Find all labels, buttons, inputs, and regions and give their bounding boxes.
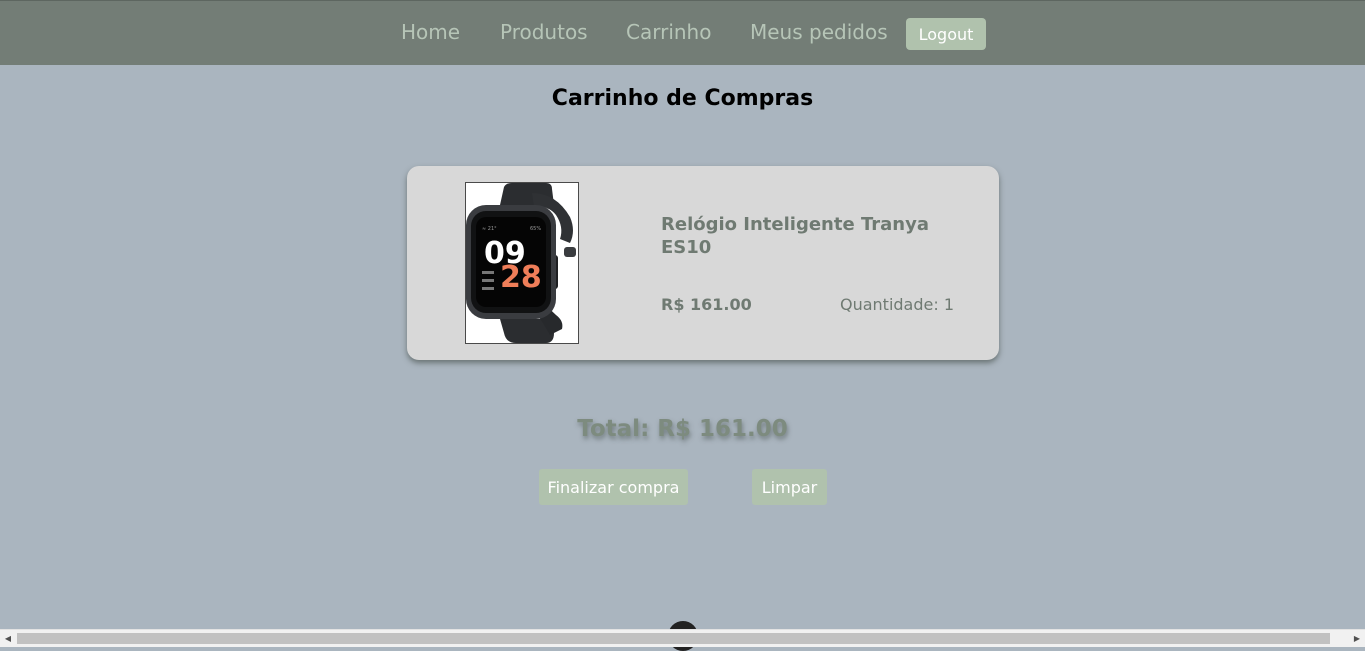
clear-cart-button[interactable]: Limpar: [752, 469, 827, 505]
scrollbar-thumb[interactable]: [17, 633, 1330, 644]
scroll-left-arrow-icon[interactable]: ◀: [0, 630, 16, 647]
product-image: ≈ 21° 65% 09 28: [465, 182, 579, 344]
cart-total: Total: R$ 161.00: [577, 416, 788, 442]
svg-text:≈ 21°: ≈ 21°: [482, 226, 497, 232]
watch-minute-text: 28: [500, 260, 542, 295]
nav-products-link[interactable]: Produtos: [500, 20, 588, 44]
horizontal-scrollbar[interactable]: ◀ ▶: [0, 629, 1365, 647]
page-title: Carrinho de Compras: [551, 86, 814, 111]
product-quantity: Quantidade: 1: [840, 295, 955, 314]
cart-item-card: ≈ 21° 65% 09 28 Relógio Inteligente Tran…: [407, 166, 999, 360]
svg-text:65%: 65%: [530, 226, 541, 232]
nav-cart-link[interactable]: Carrinho: [626, 20, 711, 44]
nav-home-link[interactable]: Home: [401, 20, 460, 44]
product-name: Relógio Inteligente Tranya ES10: [661, 214, 929, 258]
smartwatch-image: ≈ 21° 65% 09 28: [466, 183, 576, 343]
product-price: R$ 161.00: [661, 295, 752, 314]
logout-button[interactable]: Logout: [906, 18, 986, 50]
finish-purchase-button[interactable]: Finalizar compra: [539, 469, 688, 505]
nav-my-orders-link[interactable]: Meus pedidos: [750, 20, 888, 44]
scroll-right-arrow-icon[interactable]: ▶: [1349, 630, 1365, 647]
top-navbar: Home Produtos Carrinho Meus pedidos Logo…: [0, 0, 1365, 65]
